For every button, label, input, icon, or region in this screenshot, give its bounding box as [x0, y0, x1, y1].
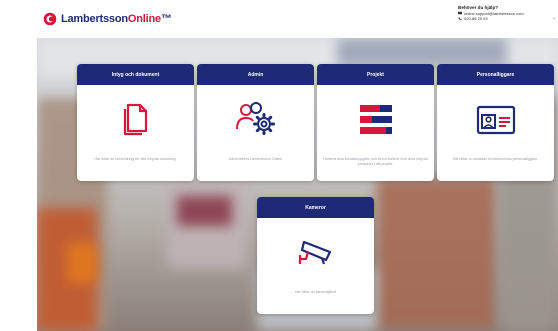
mail-icon — [458, 12, 462, 15]
logo-text: LambertssonOnline™ — [61, 13, 172, 25]
security-camera-icon — [298, 240, 331, 265]
card-kameror[interactable]: Kameror Här hittar du kameratjänst — [257, 197, 374, 314]
document-icon — [123, 103, 147, 136]
card-description: Administrera Lambertsson Online — [228, 157, 283, 161]
card-title: Intyg och dokument — [77, 64, 194, 85]
phone-icon — [458, 17, 462, 21]
card-projekt[interactable]: Projekt Hantera dina kontaktuppgifter oc… — [317, 64, 434, 181]
card-intyg-och-dokument[interactable]: Intyg och dokument Här hittar du kontrol… — [77, 64, 194, 181]
logo-mark-icon — [43, 12, 57, 26]
project-list-icon — [359, 105, 392, 134]
users-gear-icon — [235, 102, 275, 135]
support-phone-row[interactable]: 020-88 25 93 — [458, 16, 524, 22]
card-title: Projekt — [317, 64, 434, 85]
app-page: LambertssonOnline™ Behöver du hjälp? onl… — [0, 0, 558, 331]
card-description: Här hittar du avtalade till elektroniska… — [452, 157, 539, 161]
chevron-right-icon[interactable]: › — [553, 16, 555, 22]
support-phone[interactable]: 020-88 25 93 — [464, 16, 488, 22]
top-header: LambertssonOnline™ Behöver du hjälp? onl… — [0, 0, 558, 38]
support-info: Behöver du hjälp? online.support@lambert… — [458, 5, 524, 22]
card-title: Personalliggare — [437, 64, 554, 85]
card-description: Hantera dina kontaktuppgifter och få ful… — [323, 157, 428, 166]
card-description: Här hittar du kameratjänst — [294, 290, 337, 294]
card-title: Admin — [197, 64, 314, 85]
card-personalliggare[interactable]: Personalliggare Här hittar du avtalade t… — [437, 64, 554, 181]
card-admin[interactable]: Admin Administrera Lambertsson Online — [197, 64, 314, 181]
card-description: Här hittar du kontrollintyg för alla inh… — [94, 157, 177, 161]
id-card-icon — [476, 105, 515, 135]
lambertsson-logo[interactable]: LambertssonOnline™ — [43, 12, 172, 26]
card-title: Kameror — [257, 197, 374, 218]
